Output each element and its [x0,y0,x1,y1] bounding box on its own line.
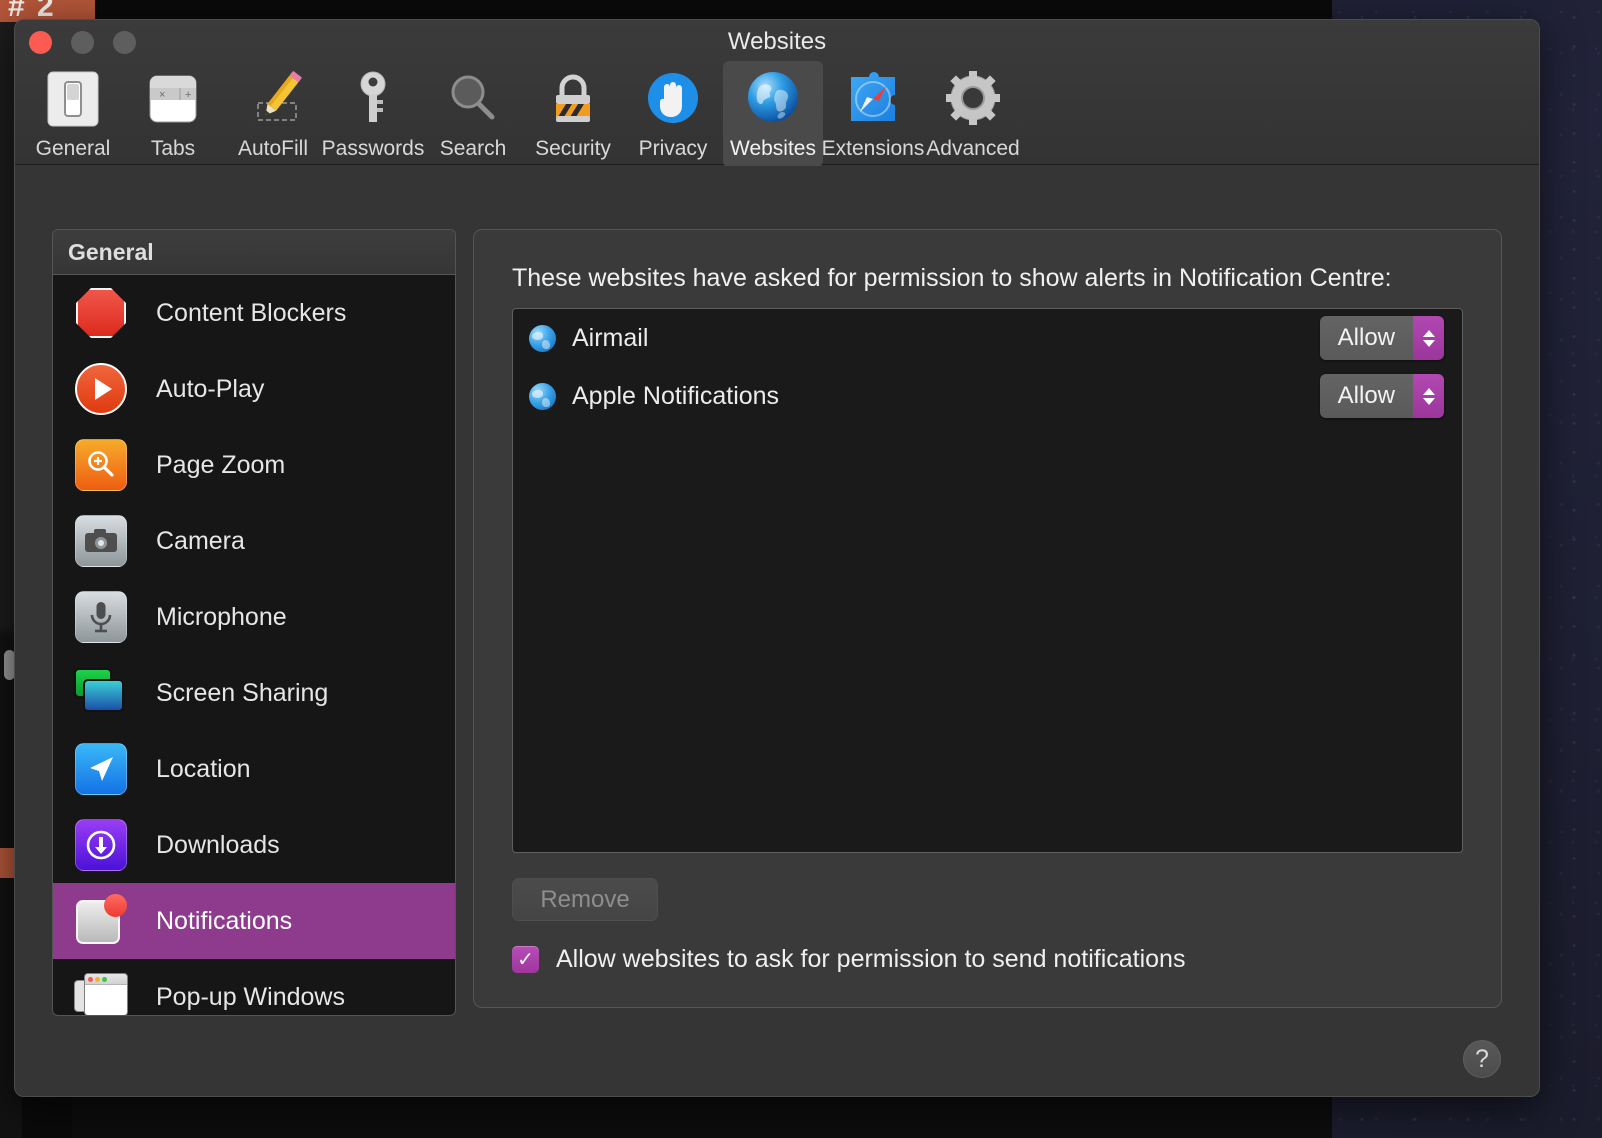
allow-ask-label: Allow websites to ask for permission to … [556,945,1186,973]
location-arrow-icon [72,740,130,798]
websites-category-sidebar: General Content Blockers Auto-Play Page … [52,229,456,1016]
play-circle-icon [72,360,130,418]
toolbar-item-tabs[interactable]: × + Tabs [123,61,223,167]
toolbar-item-advanced[interactable]: Advanced [923,61,1023,167]
toolbar-item-security[interactable]: Security [523,61,623,167]
background-app-window-lower [72,1095,1332,1138]
sidebar-item-popup-windows[interactable]: Pop-up Windows [53,959,455,1015]
toolbar-label: Search [439,137,507,160]
help-button[interactable]: ? [1463,1040,1501,1078]
toolbar-label: Passwords [321,137,425,160]
padlock-icon [542,67,604,131]
sidebar-item-label: Notifications [156,906,293,935]
magnifier-plus-icon [72,436,130,494]
puzzle-compass-icon [842,67,904,131]
permission-value: Allow [1319,316,1413,360]
sidebar-item-label: Pop-up Windows [156,982,345,1011]
toolbar-item-extensions[interactable]: Extensions [821,61,925,167]
stepper-arrows-icon[interactable] [1413,374,1444,418]
preferences-content: General Content Blockers Auto-Play Page … [15,166,1539,1096]
sidebar-item-label: Content Blockers [156,298,347,327]
notifications-description: These websites have asked for permission… [512,264,1392,292]
hand-icon [642,67,704,131]
tabs-icon: × + [142,67,204,131]
toolbar-item-autofill[interactable]: AutoFill [223,61,323,167]
toolbar-item-search[interactable]: Search [423,61,523,167]
toolbar-item-general[interactable]: General [23,61,123,167]
sidebar-item-auto-play[interactable]: Auto-Play [53,351,455,427]
sidebar-section-header: General [53,230,455,275]
toolbar-label: Websites [730,137,816,160]
svg-text:×: × [159,89,165,101]
sidebar-item-microphone[interactable]: Microphone [53,579,455,655]
website-name: Apple Notifications [572,381,780,410]
toolbar-item-passwords[interactable]: Passwords [321,61,425,167]
table-row[interactable]: Airmail Allow [513,309,1462,367]
sidebar-item-downloads[interactable]: Downloads [53,807,455,883]
gear-icon [942,67,1004,131]
website-permissions-list[interactable]: Airmail Allow Apple Notifications Allow [512,308,1463,853]
download-arrow-icon [72,816,130,874]
sidebar-item-label: Downloads [156,830,280,859]
sidebar-item-label: Camera [156,526,245,555]
autofill-pencil-icon [242,67,304,131]
popup-windows-icon [72,968,130,1015]
permission-dropdown[interactable]: Allow [1319,316,1444,360]
sidebar-item-camera[interactable]: Camera [53,503,455,579]
stepper-arrows-icon[interactable] [1413,316,1444,360]
permission-dropdown[interactable]: Allow [1319,374,1444,418]
toolbar-label: Privacy [638,137,708,160]
safari-preferences-window: Websites General × + Tabs AutoFill Passw… [14,19,1540,1097]
stop-sign-icon [72,284,130,342]
preferences-toolbar: General × + Tabs AutoFill Passwords Sear… [23,61,1023,167]
sidebar-item-location[interactable]: Location [53,731,455,807]
general-switch-icon [42,67,104,131]
globe-icon [529,324,556,352]
notification-badge-icon [72,892,130,950]
permission-value: Allow [1319,374,1413,418]
sidebar-item-screen-sharing[interactable]: Screen Sharing [53,655,455,731]
table-row[interactable]: Apple Notifications Allow [513,367,1462,425]
window-title: Websites [727,28,827,55]
toolbar-label: AutoFill [237,137,309,160]
globe-icon [529,382,556,410]
magnifier-icon [442,67,504,131]
sidebar-item-content-blockers[interactable]: Content Blockers [53,275,455,351]
svg-text:+: + [185,89,191,101]
toolbar-label: Security [535,137,611,160]
toolbar-label: General [35,137,111,160]
microphone-icon [72,588,130,646]
sidebar-item-label: Page Zoom [156,450,286,479]
globe-icon [742,67,804,131]
sidebar-list: Content Blockers Auto-Play Page Zoom Cam… [53,275,455,1015]
sidebar-item-notifications[interactable]: Notifications [53,883,455,959]
toolbar-label: Extensions [821,137,925,160]
toolbar-item-privacy[interactable]: Privacy [623,61,723,167]
toolbar-item-websites[interactable]: Websites [723,61,823,167]
toolbar-label: Tabs [150,137,196,160]
sidebar-item-label: Microphone [156,602,287,631]
remove-button[interactable]: Remove [512,878,658,921]
window-titlebar: Websites General × + Tabs AutoFill Passw… [15,20,1539,167]
allow-ask-permission-row[interactable]: ✓ Allow websites to ask for permission t… [512,945,1185,974]
notifications-settings-group: These websites have asked for permission… [473,229,1502,1008]
sidebar-item-label: Screen Sharing [156,678,329,707]
allow-ask-checkbox[interactable]: ✓ [512,946,539,973]
toolbar-label: Advanced [926,137,1020,160]
sidebar-item-label: Auto-Play [156,374,265,403]
sidebar-item-label: Location [156,754,251,783]
website-name: Airmail [572,323,649,352]
camera-icon [72,512,130,570]
sidebar-item-page-zoom[interactable]: Page Zoom [53,427,455,503]
key-icon [342,67,404,131]
screen-sharing-icon [72,664,130,722]
